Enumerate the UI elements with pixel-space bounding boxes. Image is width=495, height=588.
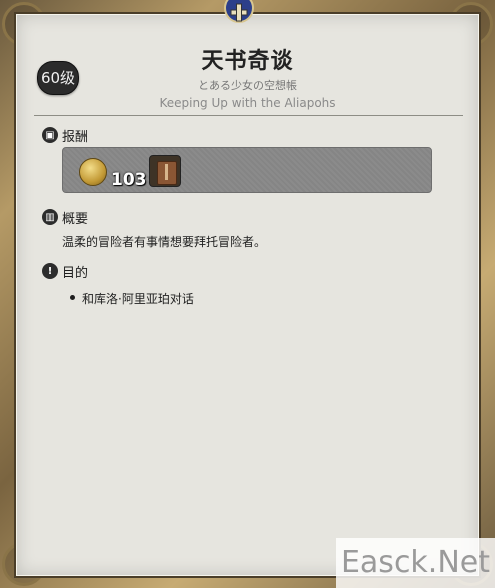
gil-amount: 103 [111,170,147,190]
summary-heading: ▥ 概要 [42,208,89,227]
quest-subtitle-en: Keeping Up with the Aliapohs [159,96,336,110]
objective-heading: ! 目的 [42,262,89,281]
quest-title: 天书奇谈 [201,49,294,74]
exclamation-icon: ! [42,263,58,279]
objective-heading-label: 目的 [62,265,89,281]
rewards-box: 103 [62,147,432,193]
quest-crest-icon [224,0,254,23]
summary-heading-label: 概要 [62,211,89,227]
quest-subtitle-jp: とある少女の空想帳 [198,79,297,92]
rewards-heading: ▣ 报酬 [42,126,89,145]
watermark: Easck.Net [336,538,495,588]
gil-coin-icon[interactable] [79,158,107,186]
summary-text: 温柔的冒险者有事情想要拜托冒险者。 [62,235,267,249]
header-divider [34,115,463,116]
rewards-heading-label: 报酬 [62,129,89,145]
objective-item: 和库洛·阿里亚珀对话 [82,292,194,306]
open-book-icon: ▥ [42,209,58,225]
reward-box-icon: ▣ [42,127,58,143]
book-item-icon[interactable] [149,155,181,187]
book-strap [165,164,168,180]
objective-bullet [70,295,75,300]
